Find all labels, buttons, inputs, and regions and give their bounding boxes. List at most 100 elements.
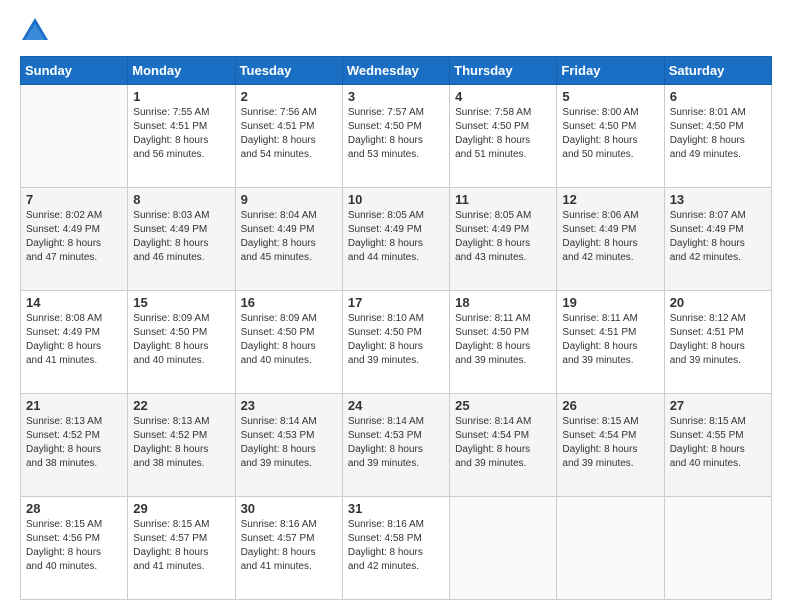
calendar-header-thursday: Thursday: [450, 57, 557, 85]
day-number: 16: [241, 295, 337, 310]
day-info: Sunrise: 8:10 AMSunset: 4:50 PMDaylight:…: [348, 312, 444, 368]
day-info: Sunrise: 8:12 AMSunset: 4:51 PMDaylight:…: [670, 312, 766, 368]
calendar-cell: 20 Sunrise: 8:12 AMSunset: 4:51 PMDayligh…: [664, 291, 771, 394]
day-number: 1: [133, 89, 229, 104]
day-info: Sunrise: 8:09 AMSunset: 4:50 PMDaylight:…: [241, 312, 337, 368]
calendar-week-0: 1 Sunrise: 7:55 AMSunset: 4:51 PMDaylight…: [21, 85, 772, 188]
calendar-cell: 3 Sunrise: 7:57 AMSunset: 4:50 PMDaylight…: [342, 85, 449, 188]
day-info: Sunrise: 8:16 AMSunset: 4:57 PMDaylight:…: [241, 518, 337, 574]
calendar-header-row: SundayMondayTuesdayWednesdayThursdayFrid…: [21, 57, 772, 85]
calendar-cell: 21 Sunrise: 8:13 AMSunset: 4:52 PMDayligh…: [21, 394, 128, 497]
day-number: 22: [133, 398, 229, 413]
calendar-cell: [664, 497, 771, 600]
day-number: 26: [562, 398, 658, 413]
day-number: 12: [562, 192, 658, 207]
calendar-header-tuesday: Tuesday: [235, 57, 342, 85]
day-info: Sunrise: 8:01 AMSunset: 4:50 PMDaylight:…: [670, 106, 766, 162]
calendar-cell: [21, 85, 128, 188]
day-info: Sunrise: 8:15 AMSunset: 4:54 PMDaylight:…: [562, 415, 658, 471]
day-info: Sunrise: 8:15 AMSunset: 4:56 PMDaylight:…: [26, 518, 122, 574]
day-info: Sunrise: 7:58 AMSunset: 4:50 PMDaylight:…: [455, 106, 551, 162]
day-info: Sunrise: 8:16 AMSunset: 4:58 PMDaylight:…: [348, 518, 444, 574]
calendar-cell: 30 Sunrise: 8:16 AMSunset: 4:57 PMDayligh…: [235, 497, 342, 600]
logo-icon: [20, 16, 50, 46]
day-number: 6: [670, 89, 766, 104]
page: SundayMondayTuesdayWednesdayThursdayFrid…: [0, 0, 792, 612]
calendar-cell: 29 Sunrise: 8:15 AMSunset: 4:57 PMDayligh…: [128, 497, 235, 600]
day-info: Sunrise: 8:03 AMSunset: 4:49 PMDaylight:…: [133, 209, 229, 265]
day-info: Sunrise: 8:15 AMSunset: 4:55 PMDaylight:…: [670, 415, 766, 471]
day-number: 18: [455, 295, 551, 310]
calendar-cell: 9 Sunrise: 8:04 AMSunset: 4:49 PMDaylight…: [235, 188, 342, 291]
day-info: Sunrise: 8:09 AMSunset: 4:50 PMDaylight:…: [133, 312, 229, 368]
calendar-cell: 26 Sunrise: 8:15 AMSunset: 4:54 PMDayligh…: [557, 394, 664, 497]
calendar-cell: 27Sunrise: 8:15 AMSunset: 4:55 PMDayligh…: [664, 394, 771, 497]
day-number: 30: [241, 501, 337, 516]
day-info: Sunrise: 8:14 AMSunset: 4:53 PMDaylight:…: [348, 415, 444, 471]
day-number: 14: [26, 295, 122, 310]
day-number: 25: [455, 398, 551, 413]
calendar-cell: 8 Sunrise: 8:03 AMSunset: 4:49 PMDaylight…: [128, 188, 235, 291]
day-number: 29: [133, 501, 229, 516]
calendar-header-wednesday: Wednesday: [342, 57, 449, 85]
calendar-cell: 13Sunrise: 8:07 AMSunset: 4:49 PMDayligh…: [664, 188, 771, 291]
calendar-cell: 15 Sunrise: 8:09 AMSunset: 4:50 PMDayligh…: [128, 291, 235, 394]
day-number: 20: [670, 295, 766, 310]
day-info: Sunrise: 8:04 AMSunset: 4:49 PMDaylight:…: [241, 209, 337, 265]
day-number: 11: [455, 192, 551, 207]
day-number: 23: [241, 398, 337, 413]
calendar-cell: 24 Sunrise: 8:14 AMSunset: 4:53 PMDayligh…: [342, 394, 449, 497]
day-number: 28: [26, 501, 122, 516]
calendar-cell: 1 Sunrise: 7:55 AMSunset: 4:51 PMDaylight…: [128, 85, 235, 188]
day-info: Sunrise: 8:14 AMSunset: 4:53 PMDaylight:…: [241, 415, 337, 471]
calendar-cell: 7Sunrise: 8:02 AMSunset: 4:49 PMDaylight…: [21, 188, 128, 291]
day-number: 7: [26, 192, 122, 207]
calendar-table: SundayMondayTuesdayWednesdayThursdayFrid…: [20, 56, 772, 600]
day-info: Sunrise: 8:06 AMSunset: 4:49 PMDaylight:…: [562, 209, 658, 265]
calendar-cell: 2Sunrise: 7:56 AMSunset: 4:51 PMDaylight…: [235, 85, 342, 188]
calendar-header-sunday: Sunday: [21, 57, 128, 85]
day-number: 31: [348, 501, 444, 516]
day-number: 8: [133, 192, 229, 207]
calendar-cell: 10 Sunrise: 8:05 AMSunset: 4:49 PMDayligh…: [342, 188, 449, 291]
calendar-cell: 4 Sunrise: 7:58 AMSunset: 4:50 PMDaylight…: [450, 85, 557, 188]
calendar-header-saturday: Saturday: [664, 57, 771, 85]
calendar-week-2: 14 Sunrise: 8:08 AMSunset: 4:49 PMDayligh…: [21, 291, 772, 394]
calendar-cell: 16 Sunrise: 8:09 AMSunset: 4:50 PMDayligh…: [235, 291, 342, 394]
header: [20, 16, 772, 46]
calendar-cell: 14 Sunrise: 8:08 AMSunset: 4:49 PMDayligh…: [21, 291, 128, 394]
calendar-cell: [557, 497, 664, 600]
day-number: 19: [562, 295, 658, 310]
logo: [20, 16, 54, 46]
day-info: Sunrise: 8:11 AMSunset: 4:50 PMDaylight:…: [455, 312, 551, 368]
calendar-cell: 6 Sunrise: 8:01 AMSunset: 4:50 PMDaylight…: [664, 85, 771, 188]
calendar-cell: 19 Sunrise: 8:11 AMSunset: 4:51 PMDayligh…: [557, 291, 664, 394]
day-info: Sunrise: 7:57 AMSunset: 4:50 PMDaylight:…: [348, 106, 444, 162]
calendar-cell: 23 Sunrise: 8:14 AMSunset: 4:53 PMDayligh…: [235, 394, 342, 497]
day-info: Sunrise: 7:55 AMSunset: 4:51 PMDaylight:…: [133, 106, 229, 162]
day-number: 24: [348, 398, 444, 413]
calendar-cell: 18 Sunrise: 8:11 AMSunset: 4:50 PMDayligh…: [450, 291, 557, 394]
day-number: 4: [455, 89, 551, 104]
day-info: Sunrise: 8:13 AMSunset: 4:52 PMDaylight:…: [26, 415, 122, 471]
day-info: Sunrise: 8:11 AMSunset: 4:51 PMDaylight:…: [562, 312, 658, 368]
calendar-cell: 12 Sunrise: 8:06 AMSunset: 4:49 PMDayligh…: [557, 188, 664, 291]
day-number: 13: [670, 192, 766, 207]
calendar-week-1: 7Sunrise: 8:02 AMSunset: 4:49 PMDaylight…: [21, 188, 772, 291]
day-info: Sunrise: 8:05 AMSunset: 4:49 PMDaylight:…: [348, 209, 444, 265]
calendar-header-friday: Friday: [557, 57, 664, 85]
day-number: 5: [562, 89, 658, 104]
calendar-header-monday: Monday: [128, 57, 235, 85]
day-number: 3: [348, 89, 444, 104]
calendar-cell: 25Sunrise: 8:14 AMSunset: 4:54 PMDayligh…: [450, 394, 557, 497]
day-number: 17: [348, 295, 444, 310]
calendar-cell: 31 Sunrise: 8:16 AMSunset: 4:58 PMDayligh…: [342, 497, 449, 600]
day-number: 10: [348, 192, 444, 207]
day-info: Sunrise: 8:15 AMSunset: 4:57 PMDaylight:…: [133, 518, 229, 574]
calendar-cell: 11Sunrise: 8:05 AMSunset: 4:49 PMDayligh…: [450, 188, 557, 291]
day-number: 15: [133, 295, 229, 310]
day-number: 21: [26, 398, 122, 413]
day-number: 9: [241, 192, 337, 207]
day-info: Sunrise: 7:56 AMSunset: 4:51 PMDaylight:…: [241, 106, 337, 162]
day-info: Sunrise: 8:08 AMSunset: 4:49 PMDaylight:…: [26, 312, 122, 368]
